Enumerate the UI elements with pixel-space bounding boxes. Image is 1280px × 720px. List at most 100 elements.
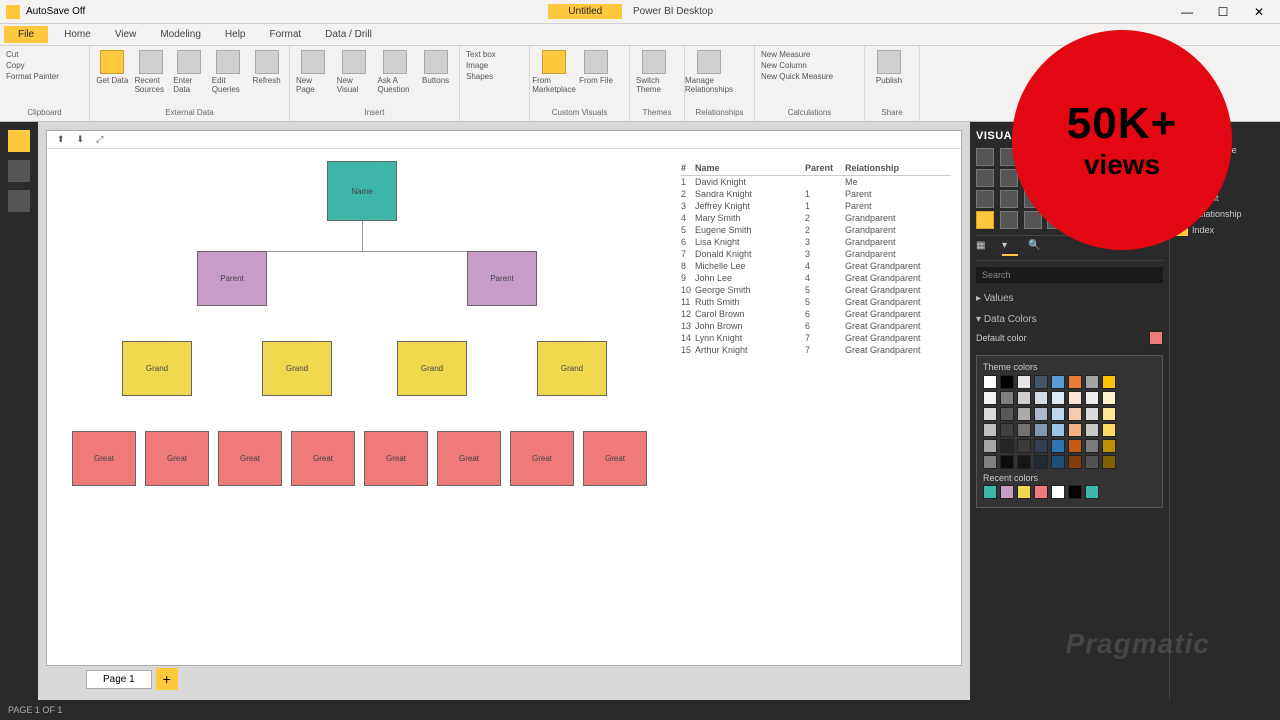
autosave-toggle[interactable]: AutoSave Off [26,6,85,17]
color-swatch[interactable] [1034,407,1048,421]
tree-great-node[interactable]: Great [145,431,209,486]
table-row[interactable]: 15Arthur Knight7Great Grandparent [681,344,951,356]
tree-great-node[interactable]: Great [437,431,501,486]
page-tab[interactable]: Page 1 [86,670,152,689]
table-row[interactable]: 7Donald Knight3Grandparent [681,248,951,260]
table-row[interactable]: 8Michelle Lee4Great Grandparent [681,260,951,272]
color-swatch[interactable] [1102,423,1116,437]
color-swatch[interactable] [1051,439,1065,453]
color-swatch[interactable] [1034,375,1048,389]
color-swatch[interactable] [1000,375,1014,389]
color-swatch[interactable] [1017,375,1031,389]
recent-color-swatch[interactable] [1068,485,1082,499]
new-visual-icon[interactable] [342,50,366,74]
tab-help[interactable]: Help [217,26,254,43]
enter-data-icon[interactable] [177,50,201,74]
add-page-button[interactable]: + [156,668,178,690]
table-header[interactable]: Relationship [845,163,951,173]
color-swatch[interactable] [1085,455,1099,469]
table-row[interactable]: 4Mary Smith2Grandparent [681,212,951,224]
tab-format[interactable]: Format [261,26,309,43]
hierarchy-tree-visual[interactable]: Name Parent Parent Grand Grand Grand Gra… [67,161,667,581]
viz-type-button[interactable] [976,211,994,229]
tree-great-node[interactable]: Great [72,431,136,486]
recent-color-swatch[interactable] [1034,485,1048,499]
recent-color-swatch[interactable] [1051,485,1065,499]
format-tab-icon[interactable]: ▾ [1002,240,1018,256]
marketplace-icon[interactable] [542,50,566,74]
section-data-colors[interactable]: ▾ Data Colors [976,310,1163,325]
viz-type-button[interactable] [1024,211,1042,229]
tree-parent-node[interactable]: Parent [197,251,267,306]
format-painter-button[interactable]: Format Painter [6,72,83,81]
tree-grandparent-node[interactable]: Grand [537,341,607,396]
table-row[interactable]: 5Eugene Smith2Grandparent [681,224,951,236]
color-swatch[interactable] [983,423,997,437]
expand-icon[interactable]: ⤢ [96,134,103,145]
from-file-button[interactable]: From File [579,76,613,85]
drill-up-icon[interactable]: ⬆ [57,134,65,145]
color-swatch[interactable] [1017,391,1031,405]
maximize-button[interactable]: ☐ [1206,2,1240,22]
color-swatch[interactable] [1102,391,1116,405]
color-swatch[interactable] [1017,423,1031,437]
drill-down-icon[interactable]: ⬇ [77,134,85,145]
table-header[interactable]: Parent [805,163,845,173]
tree-parent-node[interactable]: Parent [467,251,537,306]
color-swatch[interactable] [1017,439,1031,453]
copy-button[interactable]: Copy [6,61,83,70]
manage-relationships-button[interactable]: Manage Relationships [685,76,733,94]
get-data-icon[interactable] [100,50,124,74]
image-button[interactable]: Image [466,61,523,70]
table-header[interactable]: Name [695,163,805,173]
color-swatch[interactable] [1034,455,1048,469]
tree-grandparent-node[interactable]: Grand [122,341,192,396]
color-swatch[interactable] [1068,439,1082,453]
tab-view[interactable]: View [107,26,145,43]
table-row[interactable]: 2Sandra Knight1Parent [681,188,951,200]
color-swatch[interactable] [1085,391,1099,405]
color-swatch[interactable] [983,455,997,469]
report-view-button[interactable] [8,130,30,152]
tree-great-node[interactable]: Great [218,431,282,486]
tree-grandparent-node[interactable]: Grand [397,341,467,396]
get-data-button[interactable]: Get Data [96,76,128,85]
refresh-button[interactable]: Refresh [253,76,281,85]
table-visual[interactable]: # Name Parent Relationship 1David Knight… [681,161,951,356]
new-quick-measure-button[interactable]: New Quick Measure [761,72,858,81]
file-tab[interactable]: File [4,26,48,43]
new-visual-button[interactable]: New Visual [337,76,372,94]
ask-question-button[interactable]: Ask A Question [378,76,413,94]
table-row[interactable]: 10George Smith5Great Grandparent [681,284,951,296]
color-swatch[interactable] [1034,423,1048,437]
viz-type-button[interactable] [1000,169,1018,187]
recent-sources-icon[interactable] [139,50,163,74]
textbox-button[interactable]: Text box [466,50,523,59]
color-swatch[interactable] [1102,375,1116,389]
report-canvas[interactable]: ⬆ ⬇ ⤢ Name Parent Parent Grand Grand Gra… [46,130,962,666]
color-swatch[interactable] [1068,391,1082,405]
recent-sources-button[interactable]: Recent Sources [135,76,168,94]
shapes-button[interactable]: Shapes [466,72,523,81]
table-row[interactable]: 6Lisa Knight3Grandparent [681,236,951,248]
color-swatch[interactable] [1000,439,1014,453]
new-measure-button[interactable]: New Measure [761,50,858,59]
model-view-button[interactable] [8,190,30,212]
new-column-button[interactable]: New Column [761,61,858,70]
recent-color-swatch[interactable] [1017,485,1031,499]
color-swatch[interactable] [1085,407,1099,421]
color-swatch[interactable] [1000,391,1014,405]
switch-theme-button[interactable]: Switch Theme [636,76,672,94]
edit-queries-icon[interactable] [216,50,240,74]
publish-button[interactable]: Publish [876,76,902,85]
table-row[interactable]: 12Carol Brown6Great Grandparent [681,308,951,320]
color-swatch[interactable] [1051,375,1065,389]
ask-question-icon[interactable] [383,50,407,74]
edit-queries-button[interactable]: Edit Queries [212,76,245,94]
color-swatch[interactable] [1000,407,1014,421]
color-swatch[interactable] [1034,439,1048,453]
color-swatch[interactable] [1051,455,1065,469]
color-swatch[interactable] [1051,407,1065,421]
from-marketplace-button[interactable]: From Marketplace [532,76,576,94]
viz-type-button[interactable] [976,190,994,208]
